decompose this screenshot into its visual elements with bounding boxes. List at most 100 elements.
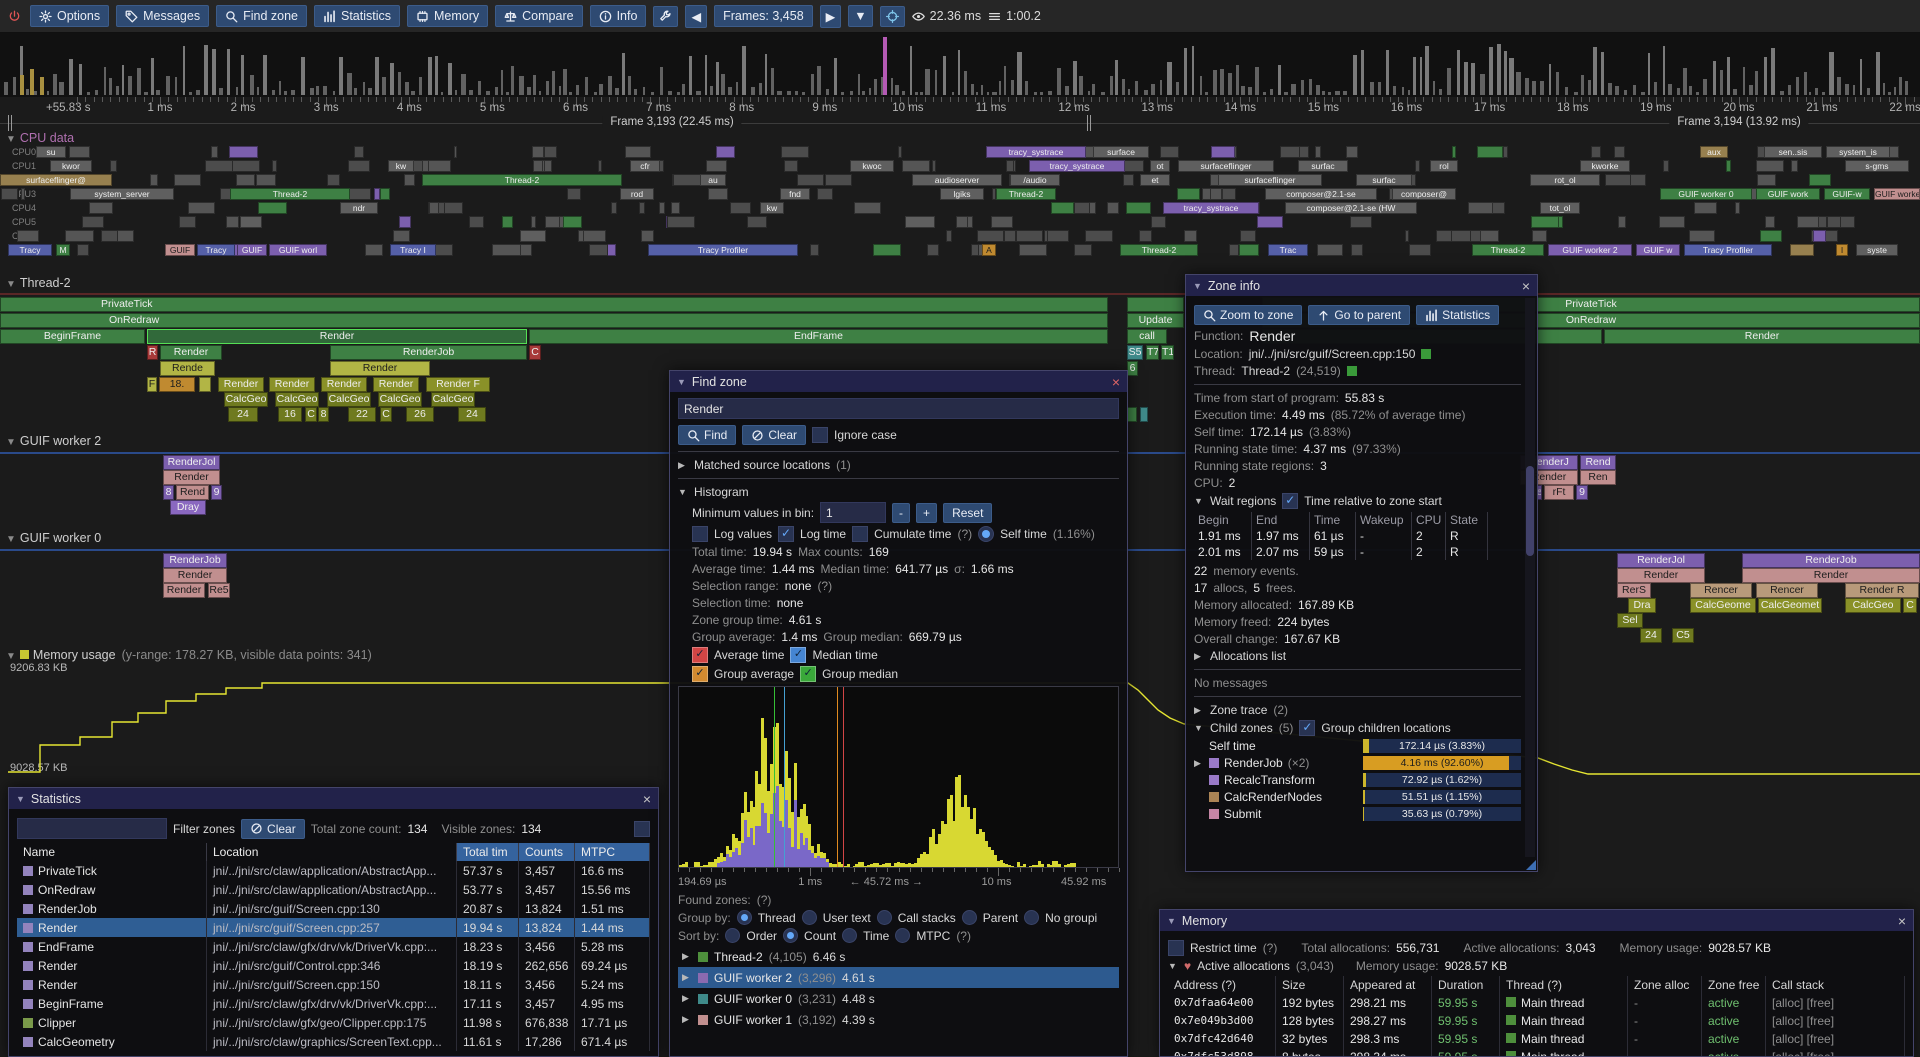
zone-chip[interactable]: F [147, 377, 157, 392]
cpu-zone-chip[interactable] [1503, 146, 1508, 158]
cpu-zone-chip[interactable] [1239, 244, 1259, 256]
cpu-zone-chip[interactable]: system_server [70, 188, 174, 200]
cpu-zone-chip[interactable] [82, 216, 104, 228]
cpu-zone-chip[interactable] [1797, 216, 1819, 228]
zone-chip[interactable] [1127, 407, 1137, 422]
cpu-zone-chip[interactable] [240, 216, 262, 228]
cpu-zone-chip[interactable]: tot_ol [1540, 202, 1580, 214]
wait-col-header[interactable]: Time [1310, 512, 1356, 528]
zone-chip[interactable]: BeginFrame [0, 329, 145, 344]
cpu-zone-chip[interactable] [272, 160, 277, 172]
close-icon[interactable]: × [643, 792, 651, 806]
cpu-zone-chip[interactable] [1840, 216, 1855, 228]
zone-chip[interactable]: RenderJob [330, 345, 527, 360]
cpu-zone-chip[interactable]: s-gms [1845, 160, 1909, 172]
cpu-zone-chip[interactable]: composer@ [1392, 188, 1456, 200]
cpu-zone-chip[interactable]: GUIF worker 2 [1548, 244, 1632, 256]
alloc-call-stack[interactable]: [alloc] [free] [1766, 1030, 1905, 1048]
zone-chip[interactable]: S5 [1127, 345, 1143, 360]
stats-row-location[interactable]: jni/../jni/src/claw/application/Abstract… [207, 861, 457, 880]
stats-row-count[interactable]: 676,838 [519, 1013, 575, 1032]
zone-chip[interactable]: R [147, 345, 158, 360]
found-zone-row[interactable]: ▶GUIF worker 1(3,192)4.39 s [678, 1009, 1119, 1030]
zone-chip[interactable]: Render [373, 377, 419, 392]
cpu-zone-chip[interactable] [1139, 230, 1152, 242]
cpu-zone-chip[interactable] [348, 160, 370, 172]
expand-icon[interactable]: ▶ [682, 1014, 692, 1025]
cpu-zone-chip[interactable] [380, 188, 390, 200]
wait-col-header[interactable]: Begin [1194, 512, 1252, 528]
toggle-self-time[interactable] [978, 526, 994, 542]
alloc-address[interactable]: 0x7dfc42d640 [1168, 1030, 1276, 1048]
cpu-zone-chip[interactable] [1689, 230, 1715, 242]
cpu-zone-chip[interactable] [1790, 244, 1814, 256]
stats-row-location[interactable]: jni/../jni/src/guif/Screen.cpp:257 [207, 918, 457, 937]
cpu-zone-chip[interactable] [399, 216, 411, 228]
cpu-zone-chip[interactable] [205, 160, 233, 172]
zone-chip[interactable]: Render [160, 345, 222, 360]
bin-minus-button[interactable]: - [892, 503, 910, 523]
zone-chip[interactable]: EndFrame [529, 329, 1108, 344]
cpu-zone-chip[interactable] [563, 216, 582, 228]
cpu-zone-chip[interactable]: Trac [1268, 244, 1308, 256]
stats-row-mtpc[interactable]: 69.24 µs [575, 956, 650, 975]
thread-header-guif-worker-2[interactable]: ▼GUIF worker 2 [6, 434, 101, 448]
toolbar-button-options[interactable]: Options [30, 5, 109, 27]
cpu-zone-chip[interactable] [17, 230, 39, 242]
location-value[interactable]: jni/../jni/src/guif/Screen.cpp:150 [1249, 347, 1416, 361]
cpu-zone-chip[interactable] [1480, 230, 1499, 242]
stats-row-location[interactable]: jni/../jni/src/guif/Screen.cpp:130 [207, 899, 457, 918]
cpu-zone-chip[interactable] [639, 202, 645, 214]
alloc-address[interactable]: 0x7e049b3d00 [1168, 1012, 1276, 1030]
cpu-zone-chip[interactable] [1605, 174, 1631, 186]
stats-row-location[interactable]: jni/../jni/src/claw/graphics/ScreenText.… [207, 1032, 457, 1051]
zone-chip[interactable]: Render [1742, 568, 1920, 583]
cpu-zone-chip[interactable] [991, 216, 1013, 228]
cpu-zone-chip[interactable] [1735, 202, 1740, 214]
stats-row-location[interactable]: jni/../jni/src/guif/Screen.cpp:150 [207, 975, 457, 994]
cpu-zone-chip[interactable]: audioserver [912, 174, 1002, 186]
found-zones-help[interactable]: (?) [757, 893, 772, 907]
cpu-zone-chip[interactable]: Tracy I [390, 244, 436, 256]
cpu-zone-chip[interactable]: GUIF [237, 244, 267, 256]
cpu-zone-chip[interactable]: rot_ol [1530, 174, 1600, 186]
cpu-zone-chip[interactable]: Tracy [8, 244, 52, 256]
cpu-zone-chip[interactable] [946, 230, 952, 242]
jump-down-button[interactable]: ▼ [848, 5, 872, 27]
stats-row-name[interactable]: Render [17, 975, 207, 994]
child-zones-header[interactable]: Child zones [1210, 721, 1273, 735]
radio-order[interactable] [725, 928, 740, 943]
cpu-zone-chip[interactable]: system_is [1826, 146, 1890, 158]
zone-chip[interactable]: 8 [163, 485, 174, 500]
cpu-zone-chip[interactable]: aux [1700, 146, 1728, 158]
cpu-zone-chip[interactable]: kworke [1580, 160, 1630, 172]
stats-row-count[interactable]: 3,456 [519, 937, 575, 956]
group-children-checkbox[interactable] [1299, 720, 1315, 736]
cpu-zone-chip[interactable]: Tracy Profiler [1684, 244, 1772, 256]
cpu-zone-chip[interactable]: Thread-2 [996, 188, 1056, 200]
stats-row-mtpc[interactable]: 16.6 ms [575, 861, 650, 880]
cpu-zone-chip[interactable] [797, 174, 824, 186]
close-icon[interactable]: × [1522, 279, 1530, 293]
cpu-zone-chip[interactable]: composer@2.1-se (HW [1285, 202, 1417, 214]
cpu-zone-chip[interactable] [730, 202, 751, 214]
cpu-zone-chip[interactable] [977, 230, 1004, 242]
reset-button[interactable]: Reset [943, 503, 992, 523]
zone-chip[interactable]: Rende [160, 361, 215, 376]
cpu-zone-chip[interactable] [967, 216, 973, 228]
cpu-zone-chip[interactable] [1760, 230, 1782, 242]
radio-parent[interactable] [962, 910, 977, 925]
cpu-zone-chip[interactable]: surface [1093, 146, 1149, 158]
go-to-parent-button[interactable]: Go to parent [1308, 305, 1410, 325]
expand-icon[interactable]: ▶ [682, 972, 692, 983]
cpu-zone-chip[interactable] [21, 188, 25, 200]
zone-chip[interactable]: Update [1127, 313, 1184, 328]
scrollbar[interactable] [1525, 298, 1535, 857]
cpu-zone-chip[interactable] [422, 160, 429, 172]
stats-row-count[interactable]: 13,824 [519, 918, 575, 937]
cpu-zone-chip[interactable] [532, 146, 544, 158]
cpu-zone-chip[interactable] [1317, 244, 1343, 256]
restrict-time-checkbox[interactable] [1168, 940, 1184, 956]
radio-user-text[interactable] [802, 910, 817, 925]
zone-chip[interactable]: CalcGeo [1845, 598, 1901, 613]
